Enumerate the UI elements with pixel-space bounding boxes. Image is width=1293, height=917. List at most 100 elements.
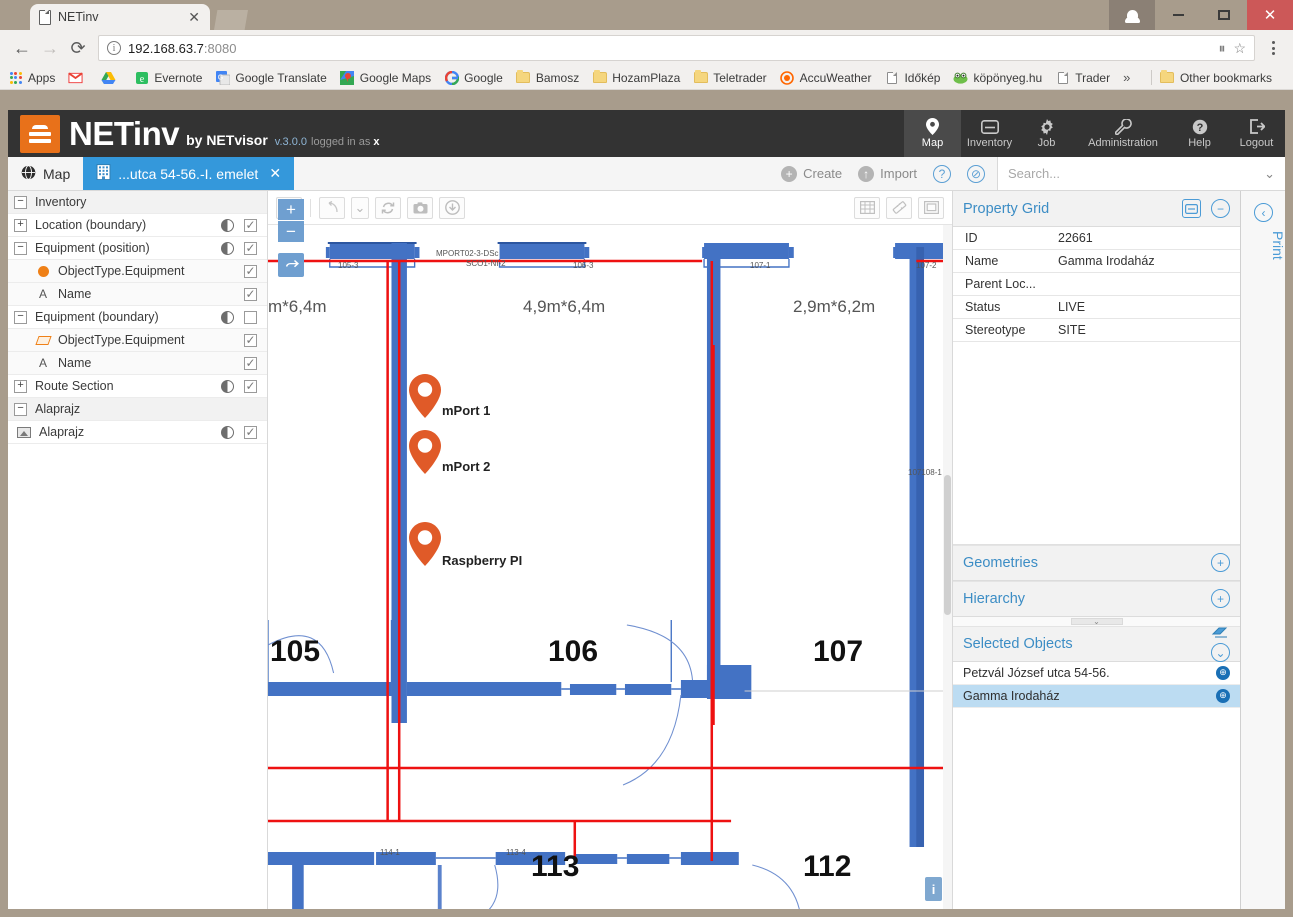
collapse-expander-icon[interactable]: −: [14, 310, 27, 324]
view-tab-map[interactable]: Map: [8, 157, 83, 190]
no-entry-circle-icon[interactable]: ⊘: [967, 164, 985, 183]
measure-tool-icon[interactable]: [886, 196, 912, 219]
expand-expander-icon[interactable]: +: [14, 379, 27, 393]
bookmark-evernote[interactable]: e Evernote: [134, 70, 202, 85]
floorplan-drawing[interactable]: [268, 225, 952, 909]
bookmark-trader[interactable]: Trader: [1055, 70, 1110, 85]
tree-item-name-1[interactable]: A Name: [8, 283, 267, 306]
bookmark-google-maps[interactable]: Google Maps: [340, 70, 431, 85]
browser-tab-netinv[interactable]: NETinv ✕: [30, 4, 210, 30]
bookmark-accuweather[interactable]: AccuWeather: [780, 70, 871, 85]
bookmark-google-translate[interactable]: G Google Translate: [215, 70, 327, 85]
collapse-expander-icon[interactable]: −: [14, 241, 27, 255]
visibility-checkbox[interactable]: [244, 356, 257, 370]
expand-expander-icon[interactable]: +: [14, 218, 27, 232]
opacity-icon[interactable]: [221, 379, 234, 393]
chevron-down-circle-icon[interactable]: ⌄: [1211, 643, 1230, 662]
forward-button[interactable]: →: [36, 34, 64, 62]
bookmark-idokep[interactable]: Időkép: [884, 70, 940, 85]
zoom-in-button[interactable]: +: [278, 199, 304, 221]
map-info-badge[interactable]: i: [925, 877, 942, 901]
nav-item-help[interactable]: ? Help: [1171, 110, 1228, 157]
visibility-checkbox[interactable]: [244, 310, 257, 324]
bookmark-teletrader[interactable]: Teletrader: [693, 70, 767, 85]
create-button[interactable]: + Create: [781, 165, 842, 182]
help-circle-icon[interactable]: ?: [933, 164, 951, 183]
collapse-expander-icon[interactable]: −: [14, 402, 27, 416]
print-panel[interactable]: ‹ Print: [1240, 191, 1285, 909]
tree-item-location-boundary[interactable]: + Location (boundary): [8, 214, 267, 237]
globe-icon[interactable]: ⊕: [1216, 688, 1230, 703]
bookmark-bamosz[interactable]: Bamosz: [516, 70, 579, 85]
visibility-checkbox[interactable]: [244, 379, 257, 393]
chevron-down-icon[interactable]: ⌄: [1264, 166, 1275, 182]
hierarchy-section-header[interactable]: Hierarchy +: [953, 580, 1240, 617]
undo-dropdown-icon[interactable]: ⌄: [351, 196, 369, 219]
visibility-checkbox[interactable]: [244, 218, 257, 232]
opacity-icon[interactable]: [221, 425, 234, 439]
eraser-icon[interactable]: [1211, 627, 1229, 643]
tree-item-name-2[interactable]: A Name: [8, 352, 267, 375]
splitter-handle[interactable]: ⌄: [1070, 617, 1123, 626]
pan-tool-button[interactable]: [278, 253, 304, 277]
bookmark-star-icon[interactable]: ☆: [1233, 40, 1246, 57]
import-button[interactable]: ↑ Import: [858, 165, 917, 182]
tree-item-objecttype-equipment-area[interactable]: ObjectType.Equipment: [8, 329, 267, 352]
map-canvas-panel[interactable]: ⌄ + − 105-3 MPORT02-3-DSc SCO1-NI-2 106-…: [268, 191, 952, 909]
undo-tool-icon[interactable]: [319, 196, 345, 219]
visibility-checkbox[interactable]: [244, 241, 257, 255]
rack-tool-icon[interactable]: [854, 196, 880, 219]
minimize-button[interactable]: [1155, 0, 1201, 30]
view-tab-floorplan[interactable]: ...utca 54-56.-I. emelet ✕: [83, 157, 295, 190]
bookmarks-overflow-button[interactable]: »: [1123, 70, 1130, 85]
nav-item-logout[interactable]: Logout: [1228, 110, 1285, 157]
zoom-out-button[interactable]: −: [278, 221, 304, 243]
selected-object-row[interactable]: Gamma Irodaház ⊕: [953, 684, 1240, 708]
nav-item-inventory[interactable]: Inventory: [961, 110, 1018, 157]
bookmark-google[interactable]: Google: [444, 70, 503, 85]
map-vertical-scrollbar[interactable]: [943, 225, 952, 909]
visibility-checkbox[interactable]: [244, 333, 257, 347]
geometries-section-header[interactable]: Geometries +: [953, 544, 1240, 581]
visibility-checkbox[interactable]: [244, 425, 257, 439]
user-profile-button[interactable]: [1109, 0, 1155, 30]
expand-geometries-icon[interactable]: +: [1211, 553, 1230, 572]
camera-tool-icon[interactable]: [407, 196, 433, 219]
globe-icon[interactable]: ⊕: [1216, 665, 1230, 680]
panel-splitter[interactable]: ⌄: [953, 616, 1240, 626]
scrollbar-thumb[interactable]: [944, 475, 951, 615]
search-input[interactable]: Search... ⌄: [997, 157, 1285, 190]
other-bookmarks-folder[interactable]: Other bookmarks: [1160, 70, 1272, 85]
fit-view-tool-icon[interactable]: [918, 196, 944, 219]
tree-item-alaprajz-layer[interactable]: Alaprajz: [8, 421, 267, 444]
maximize-button[interactable]: [1201, 0, 1247, 30]
cast-icon[interactable]: ⏸: [1218, 40, 1225, 57]
visibility-checkbox[interactable]: [244, 287, 257, 301]
tree-item-objecttype-equipment-point[interactable]: ObjectType.Equipment: [8, 260, 267, 283]
bookmark-hozamplaza[interactable]: HozamPlaza: [592, 70, 680, 85]
collapse-expander-icon[interactable]: −: [14, 195, 27, 209]
new-tab-button[interactable]: [214, 10, 248, 30]
bookmark-apps[interactable]: Apps: [8, 70, 55, 85]
opacity-icon[interactable]: [221, 310, 234, 324]
opacity-icon[interactable]: [221, 218, 234, 232]
collapse-icon[interactable]: −: [1211, 199, 1230, 218]
open-panel-icon[interactable]: [1182, 199, 1201, 218]
nav-item-job[interactable]: Job: [1018, 110, 1075, 157]
browser-tab-close-icon[interactable]: ✕: [186, 10, 202, 24]
refresh-tool-icon[interactable]: [375, 196, 401, 219]
tree-item-route-section[interactable]: + Route Section: [8, 375, 267, 398]
tree-item-equipment-boundary[interactable]: − Equipment (boundary): [8, 306, 267, 329]
chrome-menu-button[interactable]: [1261, 34, 1285, 62]
selected-objects-header[interactable]: Selected Objects ⌄: [953, 625, 1240, 662]
tree-item-equipment-position[interactable]: − Equipment (position): [8, 237, 267, 260]
visibility-checkbox[interactable]: [244, 264, 257, 278]
close-button[interactable]: ✕: [1247, 0, 1293, 30]
tree-item-alaprajz-group[interactable]: − Alaprajz: [8, 398, 267, 421]
back-button[interactable]: ←: [8, 34, 36, 62]
site-info-icon[interactable]: i: [107, 41, 121, 55]
bookmark-gmail[interactable]: [68, 70, 88, 85]
expand-hierarchy-icon[interactable]: +: [1211, 589, 1230, 608]
print-collapse-icon[interactable]: ‹: [1254, 203, 1273, 222]
selected-object-row[interactable]: Petzvál József utca 54-56. ⊕: [953, 662, 1240, 685]
